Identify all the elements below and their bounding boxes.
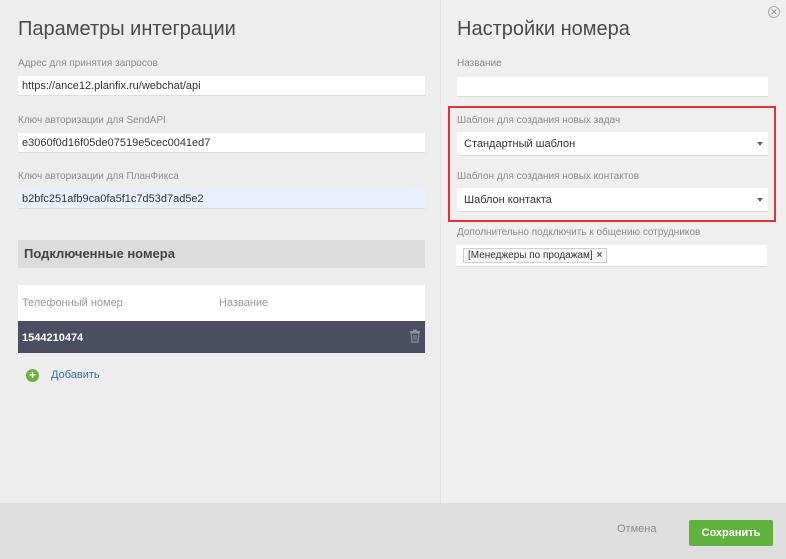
name-input[interactable] [457, 77, 768, 97]
sendapi-key-input[interactable]: e3060f0d16f05de07519e5cec0041ed7 [18, 133, 425, 153]
integration-title: Параметры интеграции [18, 18, 236, 40]
name-label: Название [457, 58, 502, 69]
settings-title: Настройки номера [457, 18, 630, 40]
planfix-key-input[interactable]: b2bfc251afb9ca0fa5f1c7d53d7ad5e2 [18, 189, 425, 209]
url-input[interactable]: https://ance12.planfix.ru/webchat/api [18, 76, 425, 96]
plus-icon: + [26, 369, 39, 382]
remove-tag-icon[interactable]: × [597, 250, 603, 261]
connected-numbers-header: Подключенные номера [18, 240, 425, 268]
sendapi-label: Ключ авторизации для SendAPI [18, 115, 166, 126]
close-icon[interactable]: ✕ [768, 6, 780, 18]
integration-panel: Параметры интеграции Адрес для принятия … [0, 0, 440, 503]
column-name: Название [219, 297, 269, 309]
employee-tag-label: [Менеджеры по продажам] [468, 250, 593, 261]
url-label: Адрес для принятия запросов [18, 58, 158, 69]
numbers-table-header: Телефонный номер Название [18, 285, 425, 321]
highlight-box [448, 106, 776, 222]
column-phone: Телефонный номер [22, 297, 123, 309]
planfix-key-label: Ключ авторизации для ПланФикса [18, 171, 179, 182]
table-row[interactable]: 1544210474 [18, 321, 425, 353]
employees-tag-input[interactable]: [Менеджеры по продажам] × [456, 245, 767, 267]
trash-icon[interactable] [409, 329, 421, 343]
add-label: Добавить [51, 369, 100, 381]
employee-tag: [Менеджеры по продажам] × [463, 248, 608, 263]
cancel-button[interactable]: Отмена [617, 523, 656, 535]
extra-employees-label: Дополнительно подключить к общению сотру… [457, 227, 701, 238]
footer: Отмена Сохранить [0, 503, 786, 559]
save-button[interactable]: Сохранить [689, 520, 773, 546]
phone-number: 1544210474 [22, 332, 84, 344]
